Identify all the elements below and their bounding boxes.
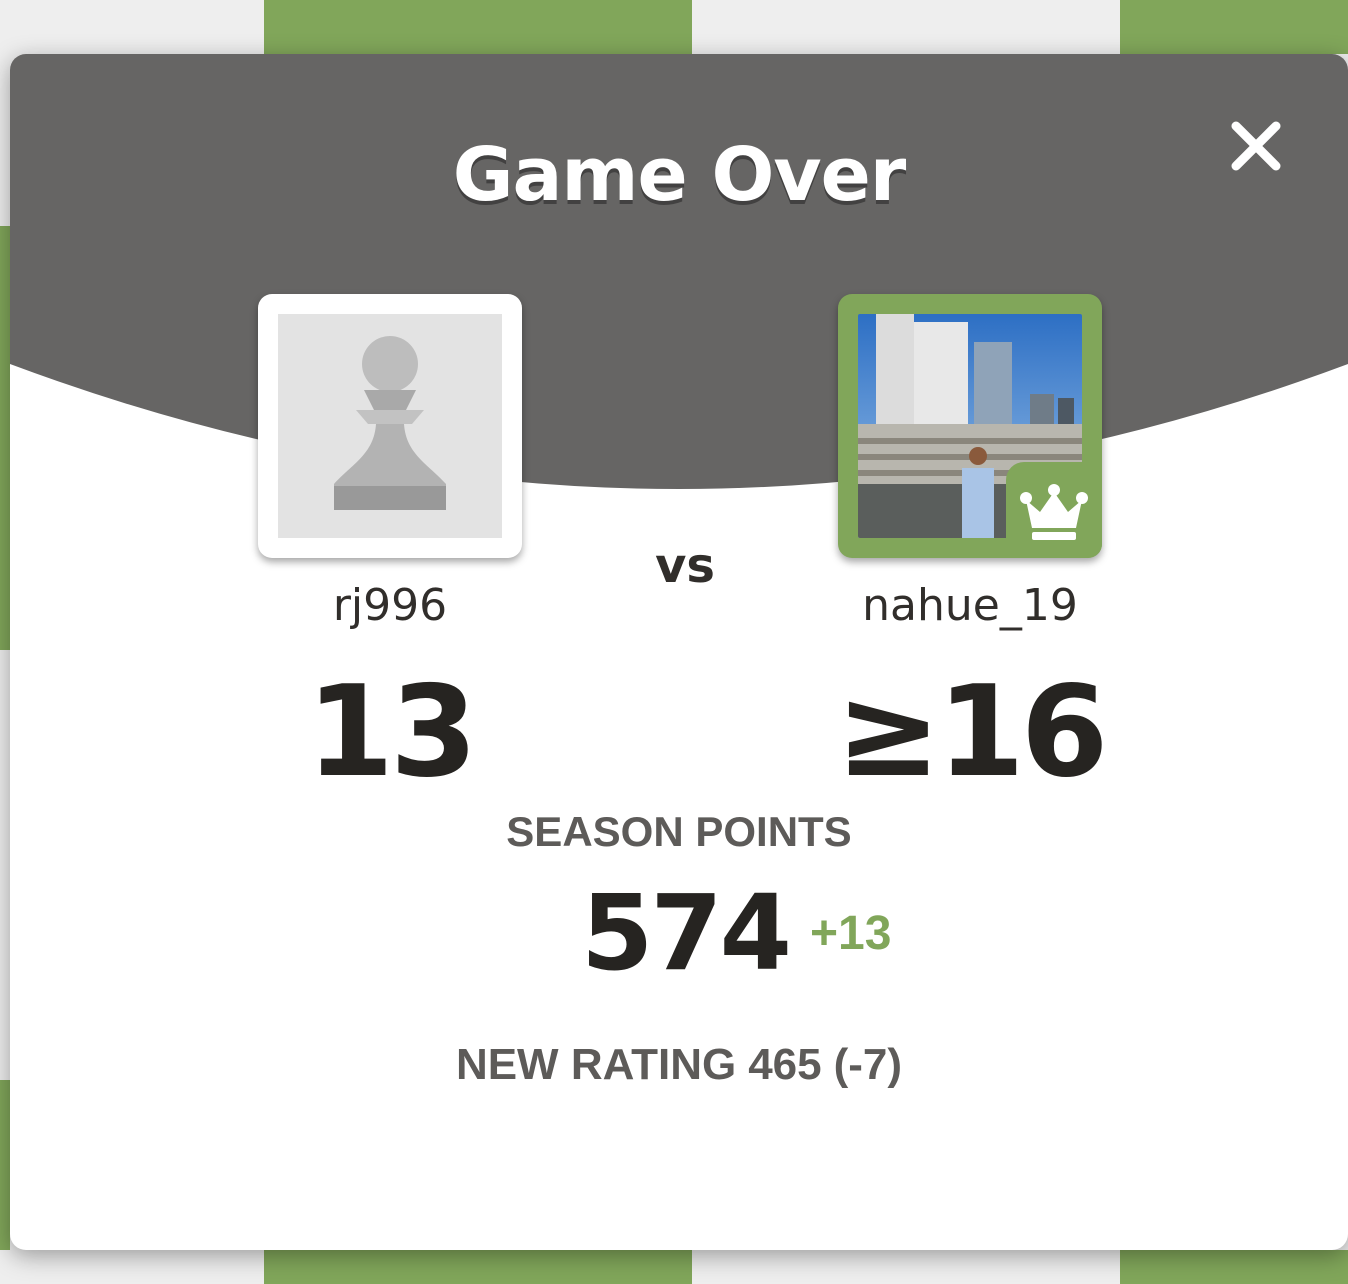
season-points-value: 574 [580, 872, 792, 994]
player-avatar-left[interactable] [258, 294, 522, 558]
winner-badge [1006, 462, 1102, 558]
game-over-modal: Game Over vs rj996 nahue_19 13 ≥16 SEASO… [10, 54, 1348, 1250]
player-username-right[interactable]: nahue_19 [838, 580, 1102, 631]
season-points-delta: +13 [810, 907, 892, 960]
new-rating-label: NEW RATING [455, 1040, 737, 1089]
close-button[interactable] [1222, 112, 1290, 180]
player-score-left: 13 [306, 658, 477, 805]
versus-label: vs [655, 538, 715, 594]
board-square [1120, 0, 1348, 54]
avatar-placeholder [278, 314, 502, 538]
pawn-icon [334, 336, 446, 510]
new-rating-line: NEW RATING 465 (-7) [10, 1040, 1348, 1090]
player-score-right: ≥16 [835, 658, 1109, 805]
board-square [0, 1250, 264, 1284]
player-username-left[interactable]: rj996 [258, 580, 522, 631]
close-icon [1231, 121, 1281, 171]
board-square [0, 226, 10, 650]
modal-title: Game Over [452, 132, 907, 218]
board-square [692, 0, 1120, 54]
modal-header-background [10, 54, 1348, 489]
board-square [692, 1250, 1120, 1284]
board-square [264, 1250, 692, 1284]
board-square [264, 0, 692, 54]
board-square [1120, 1250, 1348, 1284]
season-points-row: 574 +13 [10, 872, 1348, 994]
season-points-label: SEASON POINTS [506, 808, 852, 855]
crown-icon [1020, 484, 1088, 540]
board-square [0, 1080, 10, 1250]
new-rating-change: (-7) [833, 1040, 903, 1089]
new-rating-value: 465 [748, 1040, 822, 1089]
player-avatar-right[interactable] [838, 294, 1102, 558]
board-square [0, 0, 264, 54]
